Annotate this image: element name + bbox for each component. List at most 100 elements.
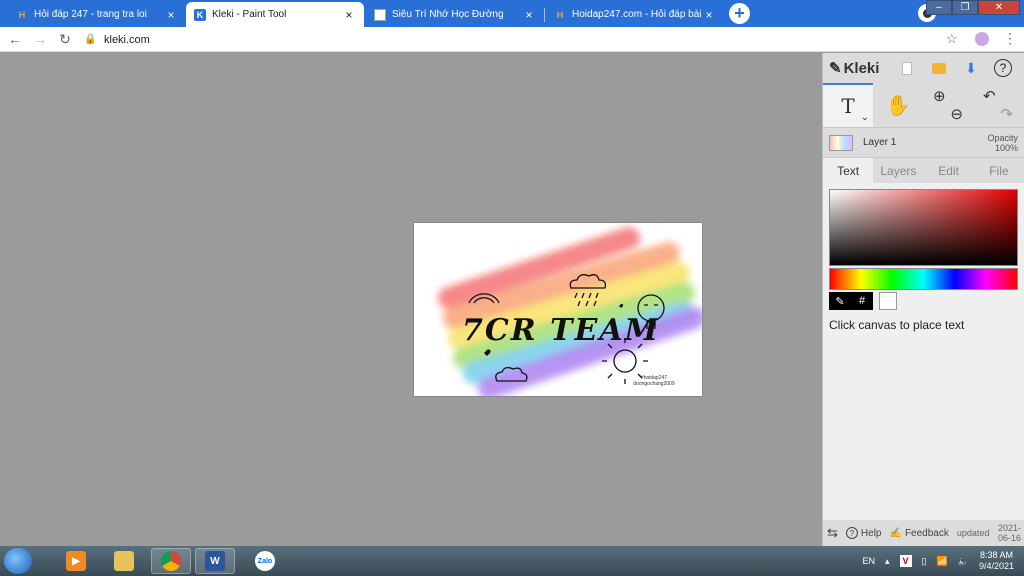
media-player-icon: ▶: [66, 551, 86, 571]
reload-icon[interactable]: ↻: [56, 30, 74, 48]
kleki-sidebar: ✎ Kleki ⬇ ? T ⌄ ✋ ⊕ ⊖ ↶ ↷ Layer 1 Opacity…: [822, 53, 1024, 546]
browser-toolbar: ← → ↻ 🔒 kleki.com ☆ ⋮: [0, 27, 1024, 52]
tab-title: Siêu Trí Nhớ Học Đường: [392, 9, 504, 20]
taskbar-media-player[interactable]: ▶: [56, 548, 96, 574]
hoidap-favicon-icon: H: [18, 9, 26, 20]
clock-date: 9/4/2021: [978, 561, 1014, 571]
drawing-canvas[interactable]: 7CR TEAM #hoidap247 doongochang2009: [413, 222, 703, 397]
network-icon[interactable]: 📶: [937, 556, 948, 567]
profile-avatar[interactable]: [975, 32, 989, 46]
kleki-logo[interactable]: ✎ Kleki: [829, 59, 891, 78]
clock[interactable]: 8:38 AM 9/4/2021: [979, 550, 1014, 572]
close-tab-icon[interactable]: ×: [342, 8, 356, 22]
zalo-icon: Zalo: [255, 551, 275, 571]
color-saturation-picker[interactable]: [829, 189, 1018, 266]
color-swatch[interactable]: [879, 292, 897, 310]
language-indicator[interactable]: EN: [863, 556, 876, 566]
signature-line2: doongochang2009: [633, 381, 675, 387]
windows-taskbar: ▶ W Zalo EN ▴ V ▯ 📶 🔈 8:38 AM 9/4/2021: [0, 546, 1024, 576]
picker-controls: ✎ #: [829, 292, 1018, 310]
tab-layers[interactable]: Layers: [873, 158, 923, 183]
tool-row: T ⌄ ✋ ⊕ ⊖ ↶ ↷: [823, 83, 1024, 127]
redo-icon[interactable]: ↷: [1000, 105, 1013, 123]
antivirus-icon[interactable]: V: [899, 555, 912, 567]
hex-input-button[interactable]: #: [851, 292, 873, 310]
undo-redo-buttons: ↶ ↷: [973, 83, 1023, 127]
tab-kleki[interactable]: K Kleki - Paint Tool ×: [186, 2, 364, 27]
hoidap-favicon-icon: H: [556, 9, 564, 20]
clock-time: 8:38 AM: [979, 550, 1013, 560]
battery-icon[interactable]: ▯: [922, 556, 927, 567]
feedback-link[interactable]: ✍ Feedback: [889, 528, 948, 539]
hand-tool-button[interactable]: ✋: [873, 83, 923, 127]
canvas-workspace[interactable]: 7CR TEAM #hoidap247 doongochang2009: [0, 53, 822, 546]
tab-title: Kleki - Paint Tool: [212, 9, 287, 20]
tab-hoidap247[interactable]: H Hỏi đáp 247 - trang tra loi ×: [8, 2, 187, 27]
eyedropper-icon[interactable]: ✎: [829, 292, 851, 310]
text-tool-button[interactable]: T ⌄: [823, 83, 873, 127]
address-bar[interactable]: 🔒 kleki.com: [84, 29, 992, 50]
taskbar-word[interactable]: W: [195, 548, 235, 574]
tab-separator: [544, 8, 545, 22]
bookmark-star-icon[interactable]: ☆: [946, 31, 958, 47]
taskbar-zalo[interactable]: Zalo: [245, 548, 285, 574]
sidebar-header: ✎ Kleki ⬇ ?: [823, 53, 1024, 83]
chevron-down-icon[interactable]: ⌄: [861, 112, 869, 123]
help-circle-icon[interactable]: ?: [987, 56, 1019, 80]
volume-icon[interactable]: 🔈: [958, 556, 969, 567]
kleki-favicon-icon: K: [194, 8, 206, 21]
lock-icon: 🔒: [84, 34, 97, 45]
close-tab-icon[interactable]: ×: [522, 8, 536, 22]
opacity-value: 100%: [994, 142, 1018, 153]
zoom-in-icon[interactable]: ⊕: [933, 87, 946, 105]
layer-name: Layer 1: [863, 137, 897, 148]
close-tab-icon[interactable]: ×: [702, 8, 716, 22]
zoom-out-icon[interactable]: ⊖: [950, 105, 963, 123]
tray-expand-icon[interactable]: ▴: [885, 556, 890, 567]
menu-kebab-icon[interactable]: ⋮: [1003, 30, 1017, 47]
artwork-svg: 7CR TEAM #hoidap247 doongochang2009: [438, 227, 702, 396]
layer-opacity: Opacity 100%: [987, 133, 1018, 153]
tab-file[interactable]: File: [974, 158, 1024, 183]
swap-sidebar-icon[interactable]: ⇆: [827, 525, 838, 541]
download-icon[interactable]: ⬇: [955, 56, 987, 80]
close-window-icon[interactable]: ✕: [978, 0, 1020, 15]
tab-sieu-tri-nho[interactable]: Siêu Trí Nhớ Học Đường ×: [366, 2, 545, 27]
system-tray: EN ▴ V ▯ 📶 🔈 8:38 AM 9/4/2021: [863, 546, 1024, 576]
new-tab-button[interactable]: +: [729, 3, 750, 24]
updated-info: updated 2021-06-16: [957, 523, 1021, 543]
open-folder-icon[interactable]: [923, 56, 955, 80]
layer-thumbnail: [829, 134, 853, 151]
hue-slider[interactable]: [829, 268, 1018, 290]
start-button[interactable]: [4, 548, 32, 574]
url-text: kleki.com: [104, 33, 150, 46]
help-link[interactable]: ? Help: [845, 527, 881, 539]
zoom-buttons: ⊕ ⊖: [923, 83, 973, 127]
text-tool-hint: Click canvas to place text: [829, 318, 965, 332]
hand-icon: ✋: [885, 94, 911, 117]
sun-doodle-icon: [613, 349, 637, 373]
tab-edit[interactable]: Edit: [924, 158, 974, 183]
taskbar-chrome[interactable]: [151, 548, 191, 574]
close-tab-icon[interactable]: ×: [164, 8, 178, 22]
tab-title: Hỏi đáp 247 - trang tra loi: [34, 9, 147, 20]
feedback-icon: ✍: [889, 527, 902, 539]
document-favicon-icon: [374, 8, 386, 21]
layer-row[interactable]: Layer 1 Opacity 100%: [823, 127, 1024, 157]
tab-hoidap247-com[interactable]: H Hoidap247.com - Hỏi đáp bài tập ×: [546, 2, 724, 27]
kleki-logo-icon: ✎: [829, 60, 842, 77]
feedback-label: Feedback: [904, 527, 949, 539]
back-arrow-icon[interactable]: ←: [6, 30, 24, 48]
tab-text[interactable]: Text: [823, 158, 874, 183]
chrome-icon: [161, 551, 181, 571]
window-controls: – ❐ ✕: [926, 0, 1020, 15]
forward-arrow-icon[interactable]: →: [31, 30, 49, 48]
word-icon: W: [205, 551, 225, 571]
panel-tabs: Text Layers Edit File: [823, 157, 1024, 183]
restore-icon[interactable]: ❐: [952, 0, 978, 15]
undo-icon[interactable]: ↶: [983, 87, 996, 105]
minimize-icon[interactable]: –: [926, 0, 952, 15]
new-image-icon[interactable]: [891, 56, 923, 80]
updated-date: 2021-06-16: [997, 523, 1021, 543]
taskbar-file-explorer[interactable]: [104, 548, 144, 574]
